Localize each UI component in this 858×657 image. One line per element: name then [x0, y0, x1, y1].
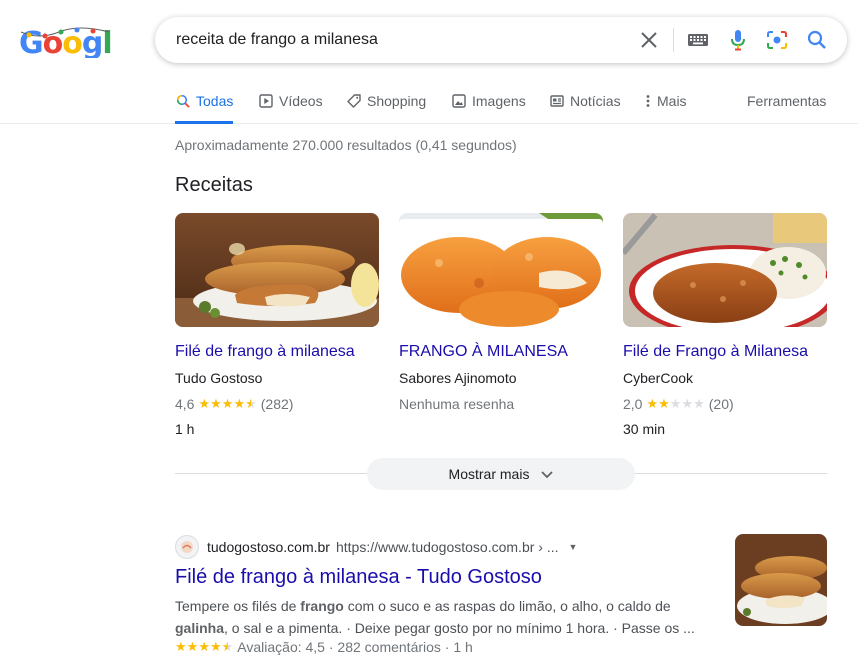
more-vert-icon — [644, 93, 652, 109]
review-count: (282) — [260, 396, 294, 412]
tab-label: Shopping — [367, 93, 427, 109]
tab-noticias[interactable]: Notícias — [549, 93, 621, 123]
review-count: (20) — [708, 396, 734, 412]
search-input[interactable]: receita de frango a milanesa — [176, 31, 378, 49]
site-url: https://www.tudogostoso.com.br › ... — [335, 539, 559, 555]
recipe-source: CyberCook — [623, 370, 694, 386]
site-favicon-icon — [175, 535, 199, 559]
star-rating-icon: ★ ★ ★ ★ ★ — [175, 639, 234, 654]
search-divider — [673, 28, 674, 52]
tab-mais[interactable]: Mais — [644, 93, 687, 123]
recipe-time: 1 h — [175, 421, 195, 437]
tab-label: Vídeos — [279, 93, 323, 109]
tag-icon — [346, 93, 362, 109]
recipe-image[interactable] — [623, 213, 827, 327]
result-thumbnail[interactable] — [735, 534, 827, 626]
recipes-heading: Receitas — [175, 174, 253, 196]
camera-lens-icon[interactable] — [765, 28, 789, 52]
no-reviews-text: Nenhuma resenha — [399, 396, 515, 412]
recipe-card[interactable]: Filé de Frango à Milanesa CyberCook 2,0 … — [623, 213, 827, 437]
tab-label: Notícias — [570, 93, 621, 109]
recipe-time: 30 min — [623, 421, 666, 437]
clear-icon[interactable] — [637, 28, 661, 52]
tab-label: Mais — [657, 93, 687, 109]
holiday-lights-logo-art: Google — [19, 26, 111, 58]
recipe-title[interactable]: Filé de Frango à Milanesa — [623, 343, 827, 361]
show-more-label: Mostrar mais — [448, 466, 530, 482]
google-logo[interactable]: Google — [19, 26, 111, 58]
caret-down-icon[interactable]: ▼ — [569, 542, 578, 552]
recipe-title[interactable]: Filé de frango à milanesa — [175, 343, 379, 361]
result-meta-text: Avaliação: 4,5 · 282 comentários · 1 h — [237, 639, 473, 655]
rating-value: 2,0 — [623, 396, 643, 412]
tab-label: Todas — [196, 93, 234, 109]
image-icon — [451, 93, 467, 109]
recipe-image[interactable] — [399, 213, 603, 327]
tools-button[interactable]: Ferramentas — [747, 93, 826, 109]
star-rating-icon: ★ ★ ★ ★ ★ — [198, 396, 257, 411]
recipe-no-reviews: Nenhuma resenha — [399, 395, 603, 413]
rating-value: 4,6 — [175, 396, 195, 412]
tab-label: Imagens — [472, 93, 526, 109]
tab-videos[interactable]: Vídeos — [258, 93, 323, 123]
recipe-rating: 4,6 ★ ★ ★ ★ ★ (282) — [175, 395, 379, 413]
show-more-button[interactable]: Mostrar mais — [367, 458, 635, 490]
play-icon — [258, 93, 274, 109]
recipe-card[interactable]: FRANGO À MILANESA Sabores Ajinomoto Nenh… — [399, 213, 603, 413]
search-result: tudogostoso.com.br https://www.tudogosto… — [175, 534, 715, 655]
result-rating-meta: ★ ★ ★ ★ ★ Avaliação: 4,5 · 282 comentários ·… — [175, 639, 715, 655]
search-icon — [175, 93, 191, 109]
result-source-row[interactable]: tudogostoso.com.br https://www.tudogosto… — [175, 534, 715, 560]
recipe-title[interactable]: FRANGO À MILANESA — [399, 343, 603, 361]
site-name: tudogostoso.com.br — [207, 539, 330, 555]
search-tabs: Todas Vídeos Shopping Imagens Notícias M… — [0, 84, 858, 124]
result-stats: Aproximadamente 270.000 resultados (0,41… — [175, 137, 517, 153]
recipe-card[interactable]: Filé de frango à milanesa Tudo Gostoso 4… — [175, 213, 379, 437]
microphone-icon[interactable] — [726, 28, 750, 52]
recipe-rating: 2,0 ★ ★ ★ ★ ★ (20) — [623, 395, 827, 413]
news-icon — [549, 93, 565, 109]
result-snippet: Tempere os filés de frango com o suco e … — [175, 598, 695, 636]
tab-imagens[interactable]: Imagens — [451, 93, 526, 123]
recipe-source: Sabores Ajinomoto — [399, 370, 517, 386]
recipe-source: Tudo Gostoso — [175, 370, 263, 386]
tab-todas[interactable]: Todas — [175, 93, 234, 124]
star-rating-icon: ★ ★ ★ ★ ★ — [646, 396, 705, 411]
search-icon[interactable] — [805, 28, 829, 52]
recipe-image[interactable] — [175, 213, 379, 327]
keyboard-icon[interactable] — [686, 28, 710, 52]
result-title-link[interactable]: Filé de frango à milanesa - Tudo Gostoso — [175, 566, 715, 589]
tab-shopping[interactable]: Shopping — [346, 93, 426, 123]
logo-letters: Google — [19, 26, 111, 58]
chevron-down-icon — [541, 466, 554, 482]
search-box[interactable]: receita de frango a milanesa — [155, 17, 847, 63]
